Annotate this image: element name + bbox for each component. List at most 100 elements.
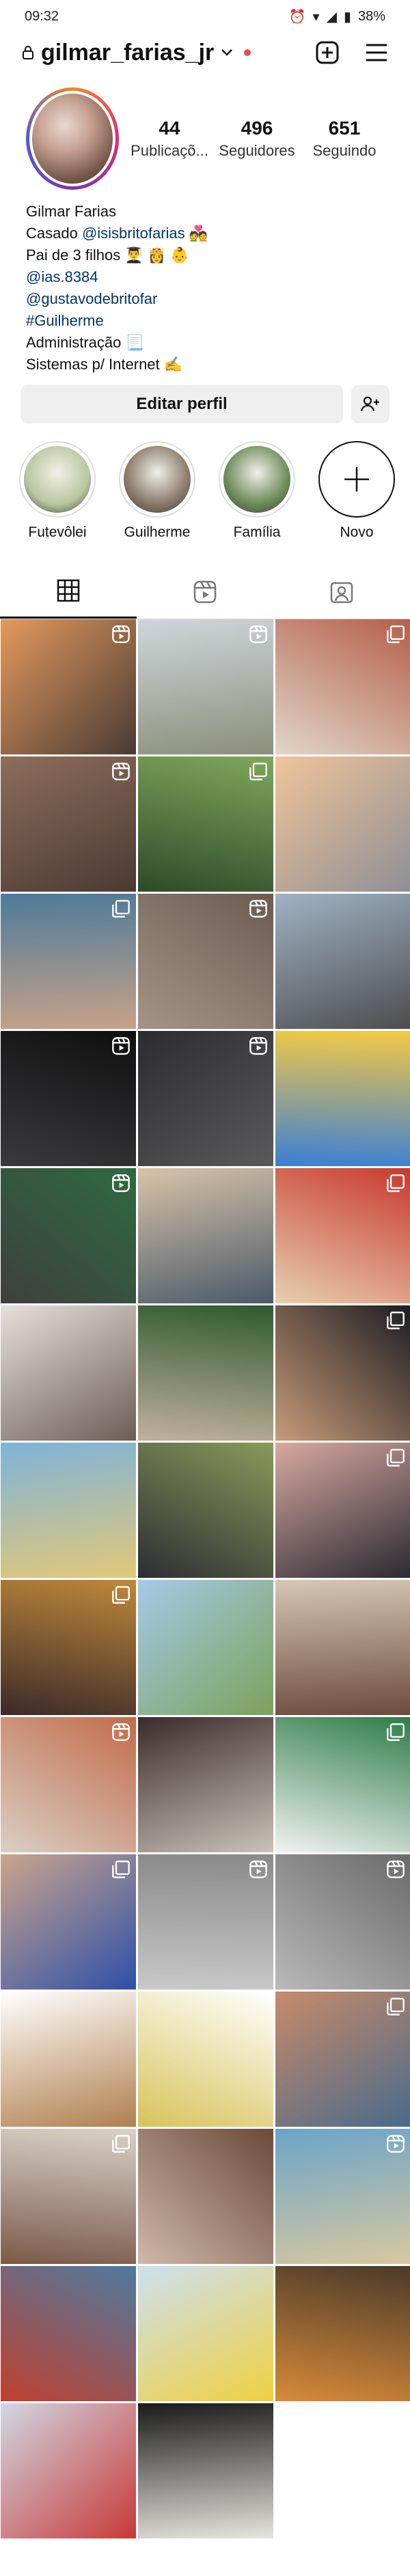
post-thumbnail[interactable] [138, 2403, 273, 2538]
post-thumbnail[interactable] [138, 1854, 273, 1990]
tab-tagged[interactable] [273, 565, 410, 619]
signal-icon: ◢ [326, 9, 337, 25]
add-user-icon [361, 396, 379, 412]
post-thumbnail[interactable] [1, 1168, 136, 1303]
status-bar: 09:32 ⏰ ▾ ◢ ▮ 38% [0, 0, 410, 33]
post-thumbnail[interactable] [1, 2266, 136, 2401]
carousel-icon [111, 2134, 131, 2153]
post-thumbnail[interactable] [138, 1717, 273, 1852]
post-thumbnail[interactable] [138, 894, 273, 1029]
carousel-icon [386, 1997, 405, 2016]
post-thumbnail[interactable] [138, 2129, 273, 2264]
post-thumbnail[interactable] [1, 756, 136, 892]
alarm-icon: ⏰ [288, 9, 306, 25]
post-thumbnail[interactable] [275, 1031, 410, 1166]
post-thumbnail[interactable] [138, 1580, 273, 1715]
post-thumbnail[interactable] [1, 2403, 136, 2538]
top-bar: gilmar_farias_jr [0, 33, 410, 72]
post-thumbnail[interactable] [138, 1992, 273, 2127]
post-thumbnail[interactable] [1, 894, 136, 1029]
post-thumbnail[interactable] [138, 2266, 273, 2401]
bio-text: Casado [26, 225, 82, 242]
posts-count: 44 [159, 117, 180, 139]
reel-icon [386, 1860, 405, 1879]
create-post-icon[interactable] [316, 41, 339, 64]
carousel-icon [111, 899, 131, 918]
wifi-icon: ▾ [312, 9, 320, 25]
highlight-label: Novo [340, 524, 374, 540]
highlight-futevolei[interactable]: Futevôlei [19, 441, 96, 556]
post-thumbnail[interactable] [275, 1305, 410, 1441]
post-thumbnail[interactable] [275, 2129, 410, 2264]
posts-grid [0, 619, 410, 2538]
reel-icon [249, 899, 268, 918]
reel-icon [111, 1723, 131, 1742]
highlight-label: Futevôlei [28, 524, 87, 540]
post-thumbnail[interactable] [1, 1580, 136, 1715]
followers-label: Seguidores [219, 142, 295, 159]
reels-icon [193, 580, 217, 603]
post-thumbnail[interactable] [275, 1443, 410, 1578]
post-thumbnail[interactable] [138, 619, 273, 754]
bio-line-admin: Administração 📃 [26, 334, 144, 351]
post-thumbnail[interactable] [275, 1717, 410, 1852]
post-thumbnail[interactable] [1, 2129, 136, 2264]
grid-icon [57, 579, 80, 602]
avatar[interactable] [26, 87, 119, 190]
discover-people-button[interactable] [351, 385, 390, 423]
profile-header: 44 Publicaçõ... 496 Seguidores 651 Segui… [0, 72, 410, 195]
reel-icon [111, 1036, 131, 1056]
post-thumbnail[interactable] [275, 1580, 410, 1715]
username[interactable]: gilmar_farias_jr [41, 40, 214, 66]
following-stat[interactable]: 651 Seguindo [301, 117, 388, 160]
post-thumbnail[interactable] [138, 1168, 273, 1303]
bio-line-children: Pai de 3 filhos 👨‍🎓 👸 👶 [26, 246, 189, 264]
edit-profile-button[interactable]: Editar perfil [20, 385, 343, 423]
reel-icon [249, 1036, 268, 1056]
post-thumbnail[interactable] [138, 1443, 273, 1578]
bio-hashtag-guilherme[interactable]: #Guilherme [26, 310, 384, 332]
highlight-guilherme[interactable]: Guilherme [119, 441, 195, 556]
highlight-label: Guilherme [124, 524, 191, 540]
bio-link-gustavo[interactable]: @gustavodebritofar [26, 288, 384, 310]
carousel-icon [386, 625, 405, 644]
post-thumbnail[interactable] [275, 1854, 410, 1990]
post-thumbnail[interactable] [275, 619, 410, 754]
profile-tabs [0, 565, 410, 619]
tab-reels[interactable] [137, 565, 273, 619]
menu-icon[interactable] [365, 43, 388, 62]
bio-link-ias[interactable]: @ias.8384 [26, 266, 384, 288]
post-thumbnail[interactable] [1, 1717, 136, 1852]
followers-stat[interactable]: 496 Seguidores [213, 117, 301, 160]
reel-icon [386, 2134, 405, 2153]
post-thumbnail[interactable] [275, 756, 410, 892]
bio: Gilmar Farias Casado @isisbritofarias 💑 … [0, 195, 410, 376]
post-thumbnail[interactable] [1, 1305, 136, 1441]
post-thumbnail[interactable] [138, 1305, 273, 1441]
chevron-down-icon[interactable] [221, 48, 233, 57]
post-thumbnail[interactable] [275, 1992, 410, 2127]
bio-line-systems: Sistemas p/ Internet ✍ [26, 356, 183, 373]
carousel-icon [386, 1311, 405, 1330]
spouse-link[interactable]: @isisbritofarias [82, 225, 185, 242]
highlight-familia[interactable]: Família [219, 441, 295, 556]
post-thumbnail[interactable] [275, 1168, 410, 1303]
post-thumbnail[interactable] [1, 619, 136, 754]
post-thumbnail[interactable] [138, 756, 273, 892]
bio-emoji: 💑 [184, 225, 208, 242]
post-thumbnail[interactable] [275, 2266, 410, 2401]
tab-posts[interactable] [0, 565, 137, 619]
post-thumbnail[interactable] [1, 1443, 136, 1578]
battery-icon: ▮ [343, 9, 351, 25]
post-thumbnail[interactable] [1, 1031, 136, 1166]
story-highlights: Futevôlei Guilherme Família Novo [0, 423, 410, 556]
post-thumbnail[interactable] [1, 1854, 136, 1990]
carousel-icon [249, 762, 268, 781]
post-thumbnail[interactable] [1, 1992, 136, 2127]
posts-stat[interactable]: 44 Publicaçõ... [126, 117, 213, 160]
post-thumbnail[interactable] [275, 894, 410, 1029]
carousel-icon [386, 1723, 405, 1742]
new-highlight-button[interactable]: Novo [318, 441, 395, 556]
profile-actions: Editar perfil [0, 376, 410, 423]
post-thumbnail[interactable] [138, 1031, 273, 1166]
